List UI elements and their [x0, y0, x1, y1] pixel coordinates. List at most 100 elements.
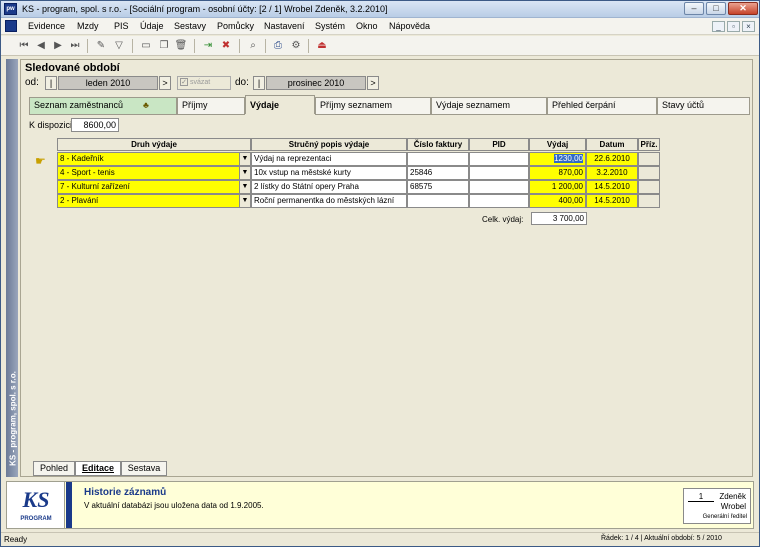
print-icon[interactable]: ⎙	[271, 39, 285, 53]
cell-vydaj[interactable]: 1 200,00	[529, 180, 586, 194]
last-icon[interactable]: ⏭	[68, 39, 82, 53]
cell-popis[interactable]: 10x vstup na městské kurty	[251, 166, 407, 180]
tab-editace[interactable]: Editace	[75, 461, 121, 476]
cell-pid[interactable]	[469, 180, 529, 194]
cell-priz[interactable]	[638, 180, 660, 194]
header-vydaj[interactable]: Výdaj	[529, 138, 586, 151]
dropdown-arrow-icon[interactable]: ▼	[239, 181, 250, 193]
menu-pomucky[interactable]: Pomůcky	[217, 21, 254, 31]
close-button[interactable]: ✕	[728, 2, 758, 15]
dropdown-arrow-icon[interactable]: ▼	[239, 153, 250, 165]
user-last-name: Wrobel	[720, 502, 746, 511]
tab-prijmy-seznamem[interactable]: Příjmy seznamem	[315, 97, 431, 115]
header-pid[interactable]: PID	[469, 138, 529, 151]
period-from-field[interactable]: leden 2010	[58, 76, 158, 90]
cell-druh[interactable]: 8 - Kadeřník ▼	[57, 152, 251, 166]
period-from-next-button[interactable]: >	[159, 76, 171, 90]
available-label: K dispozici:	[29, 120, 75, 130]
menu-system[interactable]: Systém	[315, 21, 345, 31]
delete-icon[interactable]: 🗑	[174, 39, 188, 53]
next-icon[interactable]: ▶	[51, 39, 65, 53]
dropdown-arrow-icon[interactable]: ▼	[239, 195, 250, 207]
copy-icon[interactable]: ❐	[157, 39, 171, 53]
cell-popis[interactable]: 2 lístky do Státní opery Praha	[251, 180, 407, 194]
cell-vydaj[interactable]: 400,00	[529, 194, 586, 208]
tab-sestava[interactable]: Sestava	[121, 461, 167, 476]
exit-icon[interactable]: ⏏	[315, 39, 329, 53]
period-to-prev-button[interactable]: |	[253, 76, 265, 90]
cell-priz[interactable]	[638, 166, 660, 180]
cell-datum[interactable]: 22.6.2010	[586, 152, 638, 166]
tab-seznam-zamestnancu[interactable]: Seznam zaměstnanců ♣	[29, 97, 177, 115]
user-number: 1	[688, 493, 714, 502]
cell-priz[interactable]	[638, 152, 660, 166]
cell-popis[interactable]: Výdaj na reprezentaci	[251, 152, 407, 166]
period-from-prev-button[interactable]: |	[45, 76, 57, 90]
cell-priz[interactable]	[638, 194, 660, 208]
import-icon[interactable]: ⇥	[201, 39, 215, 53]
tab-prijmy[interactable]: Příjmy	[177, 97, 245, 115]
header-faktura[interactable]: Číslo faktury	[407, 138, 469, 151]
cell-datum[interactable]: 14.5.2010	[586, 194, 638, 208]
cell-datum[interactable]: 14.5.2010	[586, 180, 638, 194]
filter-icon[interactable]: ▽	[112, 39, 126, 53]
cell-vydaj-selected: 1230,00	[554, 154, 583, 163]
tab-prehled-cerpani[interactable]: Přehled čerpání	[547, 97, 657, 115]
app-icon[interactable]: pw	[4, 3, 17, 15]
first-icon[interactable]: ⏮	[17, 39, 31, 53]
tab-vydaje[interactable]: Výdaje	[245, 95, 315, 114]
cancel-icon[interactable]: ✖	[219, 39, 233, 53]
cell-faktura[interactable]	[407, 152, 469, 166]
cell-pid[interactable]	[469, 194, 529, 208]
cell-druh[interactable]: 7 - Kulturní zařízení ▼	[57, 180, 251, 194]
header-datum[interactable]: Datum	[586, 138, 638, 151]
header-popis[interactable]: Stručný popis výdaje	[251, 138, 407, 151]
menu-evidence[interactable]: Evidence	[28, 21, 65, 31]
cell-pid[interactable]	[469, 152, 529, 166]
cell-vydaj[interactable]: 870,00	[529, 166, 586, 180]
prev-icon[interactable]: ◀	[34, 39, 48, 53]
cell-popis[interactable]: Roční permanentka do městských lázní	[251, 194, 407, 208]
header-priz[interactable]: Příz.	[638, 138, 660, 151]
mdi-minimize-button[interactable]: _	[712, 21, 725, 32]
cell-druh[interactable]: 2 - Plavání ▼	[57, 194, 251, 208]
settings-icon[interactable]: ⚙	[289, 39, 303, 53]
available-value: 8600,00	[71, 118, 119, 132]
cell-faktura[interactable]	[407, 194, 469, 208]
mdi-close-button[interactable]: ×	[742, 21, 755, 32]
cell-druh[interactable]: 4 - Sport - tenis ▼	[57, 166, 251, 180]
new-icon[interactable]: ▭	[139, 39, 153, 53]
cell-datum[interactable]: 3.2.2010	[586, 166, 638, 180]
user-first-name: Zdeněk	[719, 492, 746, 501]
period-to-next-button[interactable]: >	[367, 76, 379, 90]
period-to-field[interactable]: prosinec 2010	[266, 76, 366, 90]
menu-udaje[interactable]: Údaje	[140, 21, 164, 31]
mdi-restore-button[interactable]: ▫	[727, 21, 740, 32]
mdi-app-icon[interactable]	[5, 20, 17, 32]
side-strip: KS - program, spol. s r.o.	[6, 59, 18, 477]
tab-vydaje-seznamem[interactable]: Výdaje seznamem	[431, 97, 547, 115]
link-checkbox[interactable]: ✓ svázat	[177, 76, 231, 90]
cell-faktura[interactable]: 68575	[407, 180, 469, 194]
tab-stavy-uctu[interactable]: Stavy účtů	[657, 97, 750, 115]
menu-okno[interactable]: Okno	[356, 21, 378, 31]
menu-sestavy[interactable]: Sestavy	[174, 21, 206, 31]
tab-pohled[interactable]: Pohled	[33, 461, 75, 476]
cell-pid[interactable]	[469, 166, 529, 180]
edit-icon[interactable]: ✎	[94, 39, 108, 53]
menu-pis[interactable]: PIS	[114, 21, 129, 31]
toolbar-separator	[265, 39, 266, 53]
find-icon[interactable]: ⌕	[246, 39, 260, 53]
title-bar[interactable]: pw KS - program, spol. s r.o. - [Sociáln…	[1, 1, 759, 18]
menu-mzdy[interactable]: Mzdy	[77, 21, 99, 31]
tab-bar: Seznam zaměstnanců ♣ Příjmy Výdaje Příjmy…	[29, 95, 752, 115]
dropdown-arrow-icon[interactable]: ▼	[239, 167, 250, 179]
cell-vydaj[interactable]: 1230,00	[529, 152, 586, 166]
maximize-button[interactable]: □	[706, 2, 726, 15]
minimize-button[interactable]: –	[684, 2, 704, 15]
menu-nastaveni[interactable]: Nastavení	[264, 21, 305, 31]
header-druh[interactable]: Druh výdaje	[57, 138, 251, 151]
cell-faktura[interactable]: 25846	[407, 166, 469, 180]
menu-napoveda[interactable]: Nápověda	[389, 21, 430, 31]
pointing-hand-icon: ☛	[35, 154, 46, 168]
